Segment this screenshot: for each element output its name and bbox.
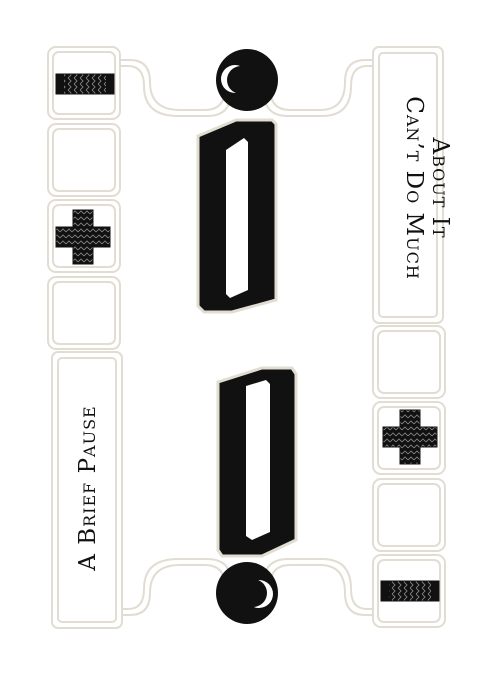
rank-numeral-top xyxy=(196,118,278,314)
striped-bar-icon xyxy=(55,73,115,95)
crescent-moon-icon xyxy=(216,49,278,111)
top-title-line-2: About It xyxy=(427,136,453,238)
crescent-moon-icon xyxy=(216,562,278,624)
bottom-title: A Brief Pause xyxy=(75,405,101,571)
top-title-line-1: Can’t Do Much xyxy=(401,96,427,280)
striped-bar-icon xyxy=(380,580,440,602)
game-card: Can’t Do Much About It A Brief Pause xyxy=(47,46,453,629)
top-title: Can’t Do Much About It xyxy=(401,96,453,280)
rank-numeral-bottom xyxy=(216,366,298,558)
bottom-title-text: A Brief Pause xyxy=(75,405,101,571)
